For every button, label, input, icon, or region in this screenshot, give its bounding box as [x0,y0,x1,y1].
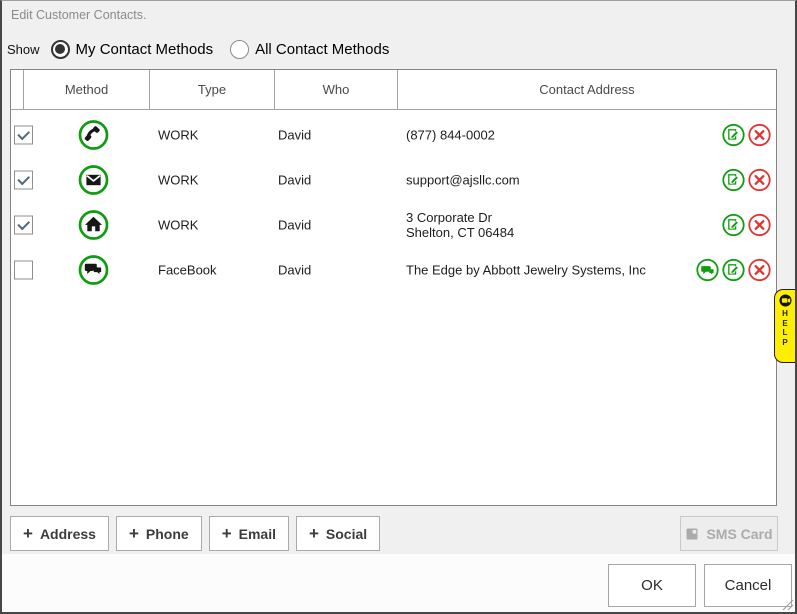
address-cell: The Edge by Abbott Jewelry Systems, Inc [406,262,646,277]
contact-row-social[interactable]: FaceBook David The Edge by Abbott Jewelr… [11,247,776,292]
header-method[interactable]: Method [24,70,150,109]
row-checkbox[interactable] [14,170,33,189]
who-cell: David [278,127,311,142]
add-button-label: Phone [146,526,189,542]
home-icon [78,209,109,240]
help-letter: E [782,319,787,329]
header-type[interactable]: Type [150,70,275,109]
delete-icon[interactable] [748,213,771,236]
address-line: The Edge by Abbott Jewelry Systems, Inc [406,262,646,277]
edit-customer-contacts-dialog: Edit Customer Contacts. Show My Contact … [0,0,797,614]
help-letter: L [783,328,788,338]
address-line: 3 Corporate Dr [406,210,514,225]
dialog-title[interactable]: Edit Customer Contacts. [2,1,795,29]
row-checkbox[interactable] [14,260,33,279]
edit-icon[interactable] [722,168,745,191]
cancel-button[interactable]: Cancel [704,564,792,607]
type-cell: WORK [158,127,198,142]
type-cell: WORK [158,172,198,187]
plus-icon: + [222,525,232,542]
header-checkbox-column [11,70,24,109]
table-body: WORK David (877) 844-0002 [11,112,776,292]
contact-row-phone[interactable]: WORK David (877) 844-0002 [11,112,776,157]
show-label: Show [7,42,40,57]
add-button-label: Address [40,526,96,542]
edit-icon[interactable] [722,258,745,281]
sms-chat-icon[interactable] [696,258,719,281]
radio-my-contact-methods[interactable]: My Contact Methods [51,40,214,59]
type-cell: WORK [158,217,198,232]
row-actions [722,123,771,146]
add-button-label: Email [239,526,276,542]
radio-label: All Contact Methods [255,41,389,58]
ok-button[interactable]: OK [608,564,696,607]
contacts-table: Method Type Who Contact Address WORK Dav… [10,69,777,506]
address-line: support@ajsllc.com [406,172,520,187]
header-who[interactable]: Who [275,70,398,109]
who-cell: David [278,217,311,232]
row-actions [696,258,771,281]
contact-row-address[interactable]: WORK David 3 Corporate Dr Shelton, CT 06… [11,202,776,247]
address-cell: support@ajsllc.com [406,172,520,187]
who-cell: David [278,262,311,277]
sms-card-icon [685,527,699,541]
radio-button[interactable] [230,40,249,59]
edit-icon[interactable] [722,123,745,146]
contact-row-email[interactable]: WORK David support@ajsllc.com [11,157,776,202]
address-cell: (877) 844-0002 [406,127,495,142]
help-letter: P [782,338,787,348]
add-phone-button[interactable]: + Phone [116,516,202,551]
sms-card-label: SMS Card [706,526,772,542]
who-cell: David [278,172,311,187]
show-filter: Show My Contact Methods All Contact Meth… [7,36,406,62]
table-header: Method Type Who Contact Address [11,70,776,110]
address-cell: 3 Corporate Dr Shelton, CT 06484 [406,210,514,240]
delete-icon[interactable] [748,258,771,281]
plus-icon: + [309,525,319,542]
row-actions [722,168,771,191]
resize-grip-icon[interactable] [781,598,794,611]
address-line: (877) 844-0002 [406,127,495,142]
plus-icon: + [129,525,139,542]
add-social-button[interactable]: + Social [296,516,380,551]
add-address-button[interactable]: + Address [10,516,109,551]
add-button-label: Social [326,526,367,542]
social-icon [78,254,109,285]
delete-icon[interactable] [748,168,771,191]
dialog-footer: OK Cancel [2,554,795,612]
radio-button[interactable] [51,40,70,59]
help-tab[interactable]: H E L P [774,289,795,363]
add-contact-buttons: + Address + Phone + Email + Social [10,516,380,551]
row-checkbox[interactable] [14,215,33,234]
radio-label: My Contact Methods [76,41,214,58]
row-checkbox[interactable] [14,125,33,144]
edit-icon[interactable] [722,213,745,236]
row-actions [722,213,771,236]
help-letter: H [782,309,788,319]
phone-icon [78,119,109,150]
radio-all-contact-methods[interactable]: All Contact Methods [230,40,389,59]
header-contact-address[interactable]: Contact Address [398,70,776,109]
sms-card-button[interactable]: SMS Card [680,516,778,551]
delete-icon[interactable] [748,123,771,146]
add-email-button[interactable]: + Email [209,516,289,551]
type-cell: FaceBook [158,262,217,277]
help-video-icon [779,294,792,307]
address-line: Shelton, CT 06484 [406,225,514,240]
plus-icon: + [23,525,33,542]
email-icon [78,164,109,195]
